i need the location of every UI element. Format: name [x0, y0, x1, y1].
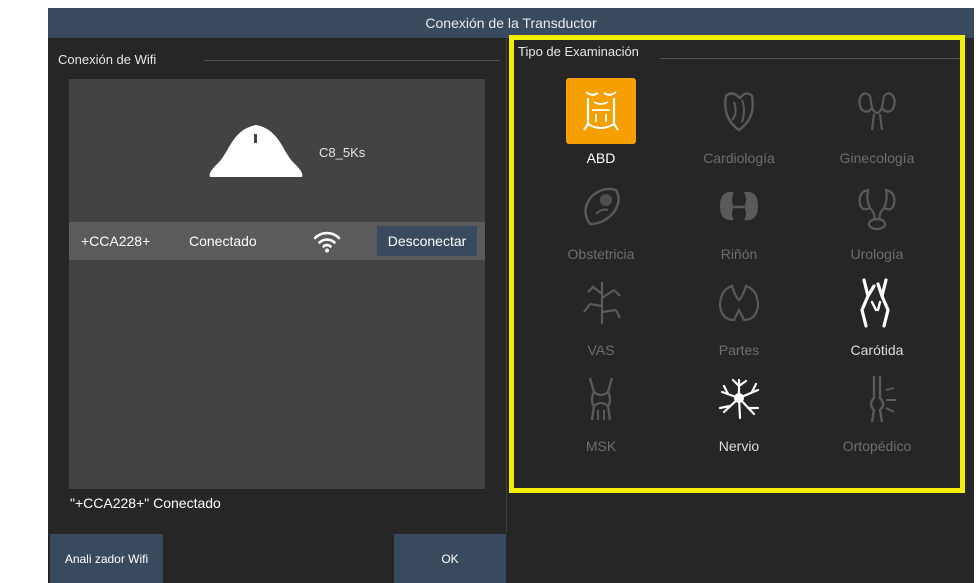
device-status: Conectado	[189, 233, 257, 249]
wifi-analyzer-button[interactable]: Anali zador Wifi	[50, 534, 163, 583]
ok-button[interactable]: OK	[394, 534, 506, 583]
probe-name: C8_5Ks	[319, 145, 366, 160]
window-title: Conexión de la Transductor	[48, 8, 974, 38]
nerve-icon	[718, 378, 760, 420]
exam-label: Cardiología	[703, 150, 775, 166]
disconnect-button[interactable]: Desconectar	[377, 226, 477, 256]
exam-label: MSK	[585, 438, 617, 454]
exam-option-abd[interactable]: ABD	[536, 78, 666, 174]
exam-label: VAS	[587, 342, 615, 358]
exam-option-obstetrics[interactable]: Obstetricia	[536, 174, 666, 270]
urinary-icon	[858, 188, 896, 231]
exam-option-gynecology[interactable]: Ginecología	[812, 78, 942, 174]
exam-label: Nervio	[718, 438, 760, 454]
vascular-icon	[583, 282, 621, 324]
fetus-icon	[584, 187, 620, 226]
exam-option-orthopedic[interactable]: Ortopédico	[812, 366, 942, 462]
wifi-signal-icon	[313, 231, 341, 253]
exam-label: Partes	[718, 342, 760, 358]
exam-label: Ginecología	[839, 150, 915, 166]
probe-icon	[209, 125, 303, 177]
connection-status-text: "+CCA228+" Conectado	[70, 495, 221, 511]
wifi-device-panel: C8_5Ks +CCA228+ Conectado Desconectar	[69, 79, 485, 489]
carotid-icon	[860, 278, 890, 328]
wifi-legend-divider	[204, 60, 500, 61]
thyroid-icon	[718, 284, 760, 322]
transducer-connection-window: Conexión de la Transductor Conexión de W…	[48, 8, 974, 583]
exam-option-vascular[interactable]: VAS	[536, 270, 666, 366]
exam-option-msk[interactable]: MSK	[536, 366, 666, 462]
device-row[interactable]: +CCA228+ Conectado Desconectar	[69, 222, 485, 260]
exam-option-urology[interactable]: Urología	[812, 174, 942, 270]
exam-label: ABD	[586, 150, 616, 166]
exam-option-cardiology[interactable]: Cardiología	[674, 78, 804, 174]
exam-label: Carótida	[850, 342, 904, 358]
exam-option-small-parts[interactable]: Partes	[674, 270, 804, 366]
exam-option-carotid[interactable]: Carótida	[812, 270, 942, 366]
section-divider	[506, 38, 507, 533]
abdomen-icon	[583, 91, 619, 131]
exam-label: Obstetricia	[567, 246, 635, 262]
exam-legend-divider	[660, 58, 960, 59]
exam-option-kidney[interactable]: Riñón	[674, 174, 804, 270]
exam-type-legend: Tipo de Examinación	[518, 44, 639, 59]
kidney-icon	[720, 191, 758, 221]
exam-label: Urología	[850, 246, 904, 262]
exam-label: Riñón	[720, 246, 758, 262]
joint-icon	[588, 377, 614, 421]
device-id: +CCA228+	[81, 233, 151, 249]
exam-option-nerve[interactable]: Nervio	[674, 366, 804, 462]
bone-icon	[869, 376, 896, 423]
wifi-section-legend: Conexión de Wifi	[58, 52, 157, 67]
heart-icon	[724, 92, 754, 132]
exam-label: Ortopédico	[842, 438, 912, 454]
uterus-icon	[858, 92, 896, 131]
